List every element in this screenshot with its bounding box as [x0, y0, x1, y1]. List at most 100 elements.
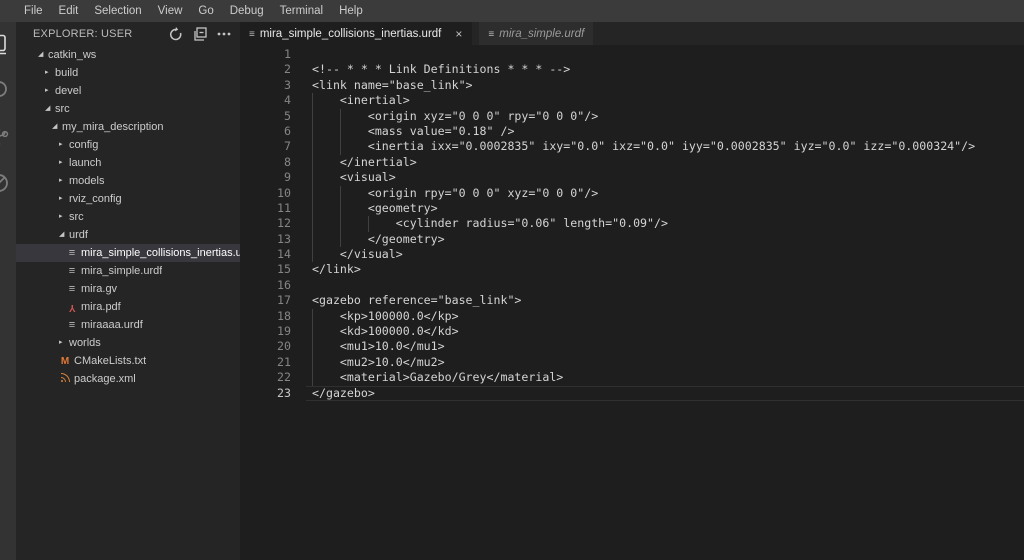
- close-icon[interactable]: ×: [454, 27, 463, 41]
- tree-item-mira-pdf[interactable]: Ymira.pdf: [16, 298, 240, 316]
- tree-item-label: src: [69, 211, 84, 223]
- code-line[interactable]: 21 <mu2>10.0</mu2>: [240, 354, 1024, 371]
- code-line[interactable]: 11 <geometry>: [240, 200, 1024, 217]
- code-line[interactable]: 14 </visual>: [240, 247, 1024, 263]
- menu-file[interactable]: File: [16, 2, 51, 20]
- search-icon[interactable]: [0, 68, 16, 114]
- tree-item-catkin-ws[interactable]: ◢ catkin_ws: [16, 46, 240, 64]
- tree-item-my-mira-description[interactable]: ◢ my_mira_description: [16, 118, 240, 136]
- indent-guide: [312, 93, 313, 109]
- code-line[interactable]: 18 <kp>100000.0</kp>: [240, 308, 1024, 325]
- line-number: 3: [284, 77, 291, 92]
- code-text: <kp>100000.0</kp>: [312, 308, 459, 325]
- indent-guide: [312, 139, 313, 155]
- code-line[interactable]: 9 <visual>: [240, 170, 1024, 186]
- code-line[interactable]: 6 <mass value="0.18" />: [240, 123, 1024, 140]
- tree-item-urdf[interactable]: ◢ urdf: [16, 226, 240, 244]
- tree-item-devel[interactable]: ▸ devel: [16, 82, 240, 100]
- tree-item-label: catkin_ws: [48, 49, 97, 61]
- code-line[interactable]: 7 <inertia ixx="0.0002835" ixy="0.0" ixz…: [240, 139, 1024, 155]
- code-text: <link name="base_link">: [312, 77, 473, 92]
- code-line[interactable]: 8 </inertial>: [240, 154, 1024, 171]
- code-line[interactable]: 20 <mu1>10.0</mu1>: [240, 339, 1024, 355]
- tree-item-label: build: [55, 67, 79, 79]
- debug-icon[interactable]: [0, 160, 16, 206]
- menu-go[interactable]: Go: [190, 2, 221, 20]
- file-icon: ≡: [68, 283, 76, 295]
- tree-item-config[interactable]: ▸ config: [16, 136, 240, 154]
- code-line[interactable]: 4 <inertial>: [240, 93, 1024, 109]
- menu-edit[interactable]: Edit: [51, 2, 87, 20]
- file-icon: ≡: [68, 319, 76, 331]
- code-text: </gazebo>: [312, 385, 375, 400]
- indent-guide: [339, 108, 341, 124]
- chevron-collapsed-icon: ▸: [59, 141, 63, 148]
- tree-item-label: config: [69, 139, 99, 151]
- menu-view[interactable]: View: [150, 2, 191, 20]
- tree-item-src[interactable]: ◢ src: [16, 100, 240, 118]
- line-number: 11: [277, 200, 291, 215]
- code-line[interactable]: 2 <!-- * * * Link Definitions * * * -->: [240, 62, 1024, 77]
- line-number: 9: [284, 170, 291, 185]
- refresh-button[interactable]: [168, 26, 184, 42]
- current-line-highlight: [306, 385, 1024, 401]
- tree-item-mira-simple-collisions-inertias-urdf[interactable]: ≡ mira_simple_collisions_inertias.urdf: [16, 244, 240, 262]
- menu-terminal[interactable]: Terminal: [272, 2, 331, 20]
- code-text: </inertial>: [312, 154, 417, 171]
- tab-mira-simple-urdf[interactable]: ≡ mira_simple.urdf: [479, 22, 594, 45]
- code-line[interactable]: 22 <material>Gazebo/Grey</material>: [240, 370, 1024, 386]
- code-text: <inertia ixx="0.0002835" ixy="0.0" ixz="…: [312, 139, 976, 155]
- tree-item-models[interactable]: ▸ models: [16, 172, 240, 190]
- code-line[interactable]: 12 <cylinder radius="0.06" length="0.09"…: [240, 216, 1024, 232]
- code-line[interactable]: 5 <origin xyz="0 0 0" rpy="0 0 0"/>: [240, 108, 1024, 124]
- tree-item-package-xml[interactable]: package.xml: [16, 370, 240, 388]
- tree-item-mira-gv[interactable]: ≡ mira.gv: [16, 280, 240, 298]
- tree-item-label: launch: [69, 157, 102, 169]
- code-line[interactable]: 17 <gazebo reference="base_link">: [240, 293, 1024, 308]
- code-line[interactable]: 15 </link>: [240, 262, 1024, 277]
- indent-guide: [312, 108, 313, 124]
- code-line[interactable]: 13 </geometry>: [240, 231, 1024, 248]
- line-number: 8: [284, 154, 291, 169]
- files-icon[interactable]: [0, 22, 16, 68]
- explorer-actions: [168, 26, 232, 42]
- line-number: 12: [277, 216, 291, 231]
- indent-guide: [339, 216, 341, 232]
- source-control-icon[interactable]: [0, 114, 16, 160]
- tree-item-miraaaa-urdf[interactable]: ≡ miraaaa.urdf: [16, 316, 240, 334]
- code-text: <mass value="0.18" />: [312, 123, 515, 140]
- tree-item-label: mira_simple.urdf: [81, 265, 163, 277]
- indent-guide: [312, 247, 313, 263]
- chevron-expanded-icon: ◢: [52, 123, 58, 130]
- more-actions-button[interactable]: [216, 26, 232, 42]
- tree-item-src[interactable]: ▸ src: [16, 208, 240, 226]
- code-line[interactable]: 3 <link name="base_link">: [240, 78, 1024, 93]
- menu-debug[interactable]: Debug: [222, 2, 272, 20]
- tree-item-cmakelists-txt[interactable]: M CMakeLists.txt: [16, 352, 240, 370]
- code-line[interactable]: 10 <origin rpy="0 0 0" xyz="0 0 0"/>: [240, 185, 1024, 201]
- menu-selection[interactable]: Selection: [86, 2, 149, 20]
- indent-guide: [312, 308, 313, 325]
- code-line[interactable]: 16: [240, 278, 1024, 293]
- tree-item-mira-simple-urdf[interactable]: ≡ mira_simple.urdf: [16, 262, 240, 280]
- code-line[interactable]: 1: [240, 47, 1024, 62]
- code-editor[interactable]: 1 2 <!-- * * * Link Definitions * * * --> 3…: [240, 45, 1024, 560]
- line-number: 1: [284, 47, 291, 61]
- line-number: 4: [284, 93, 291, 108]
- menu-help[interactable]: Help: [331, 2, 371, 20]
- tab-mira-simple-collisions-inertias-urdf[interactable]: ≡ mira_simple_collisions_inertias.urdf ×: [240, 22, 473, 45]
- indent-guide: [339, 231, 341, 248]
- tree-item-launch[interactable]: ▸ launch: [16, 154, 240, 172]
- tree-item-worlds[interactable]: ▸ worlds: [16, 334, 240, 352]
- code-line[interactable]: 19 <kd>100000.0</kd>: [240, 324, 1024, 340]
- code-text: <origin rpy="0 0 0" xyz="0 0 0"/>: [312, 185, 599, 201]
- line-number: 10: [277, 185, 291, 200]
- collapse-all-button[interactable]: [192, 26, 208, 42]
- tree-item-rviz-config[interactable]: ▸ rviz_config: [16, 190, 240, 208]
- tree-item-label: rviz_config: [69, 193, 122, 205]
- line-number: 17: [277, 293, 291, 308]
- tree-item-build[interactable]: ▸ build: [16, 64, 240, 82]
- tree-item-label: miraaaa.urdf: [81, 319, 143, 331]
- line-number: 16: [277, 277, 291, 292]
- code-line[interactable]: 23 </gazebo>: [240, 385, 1024, 401]
